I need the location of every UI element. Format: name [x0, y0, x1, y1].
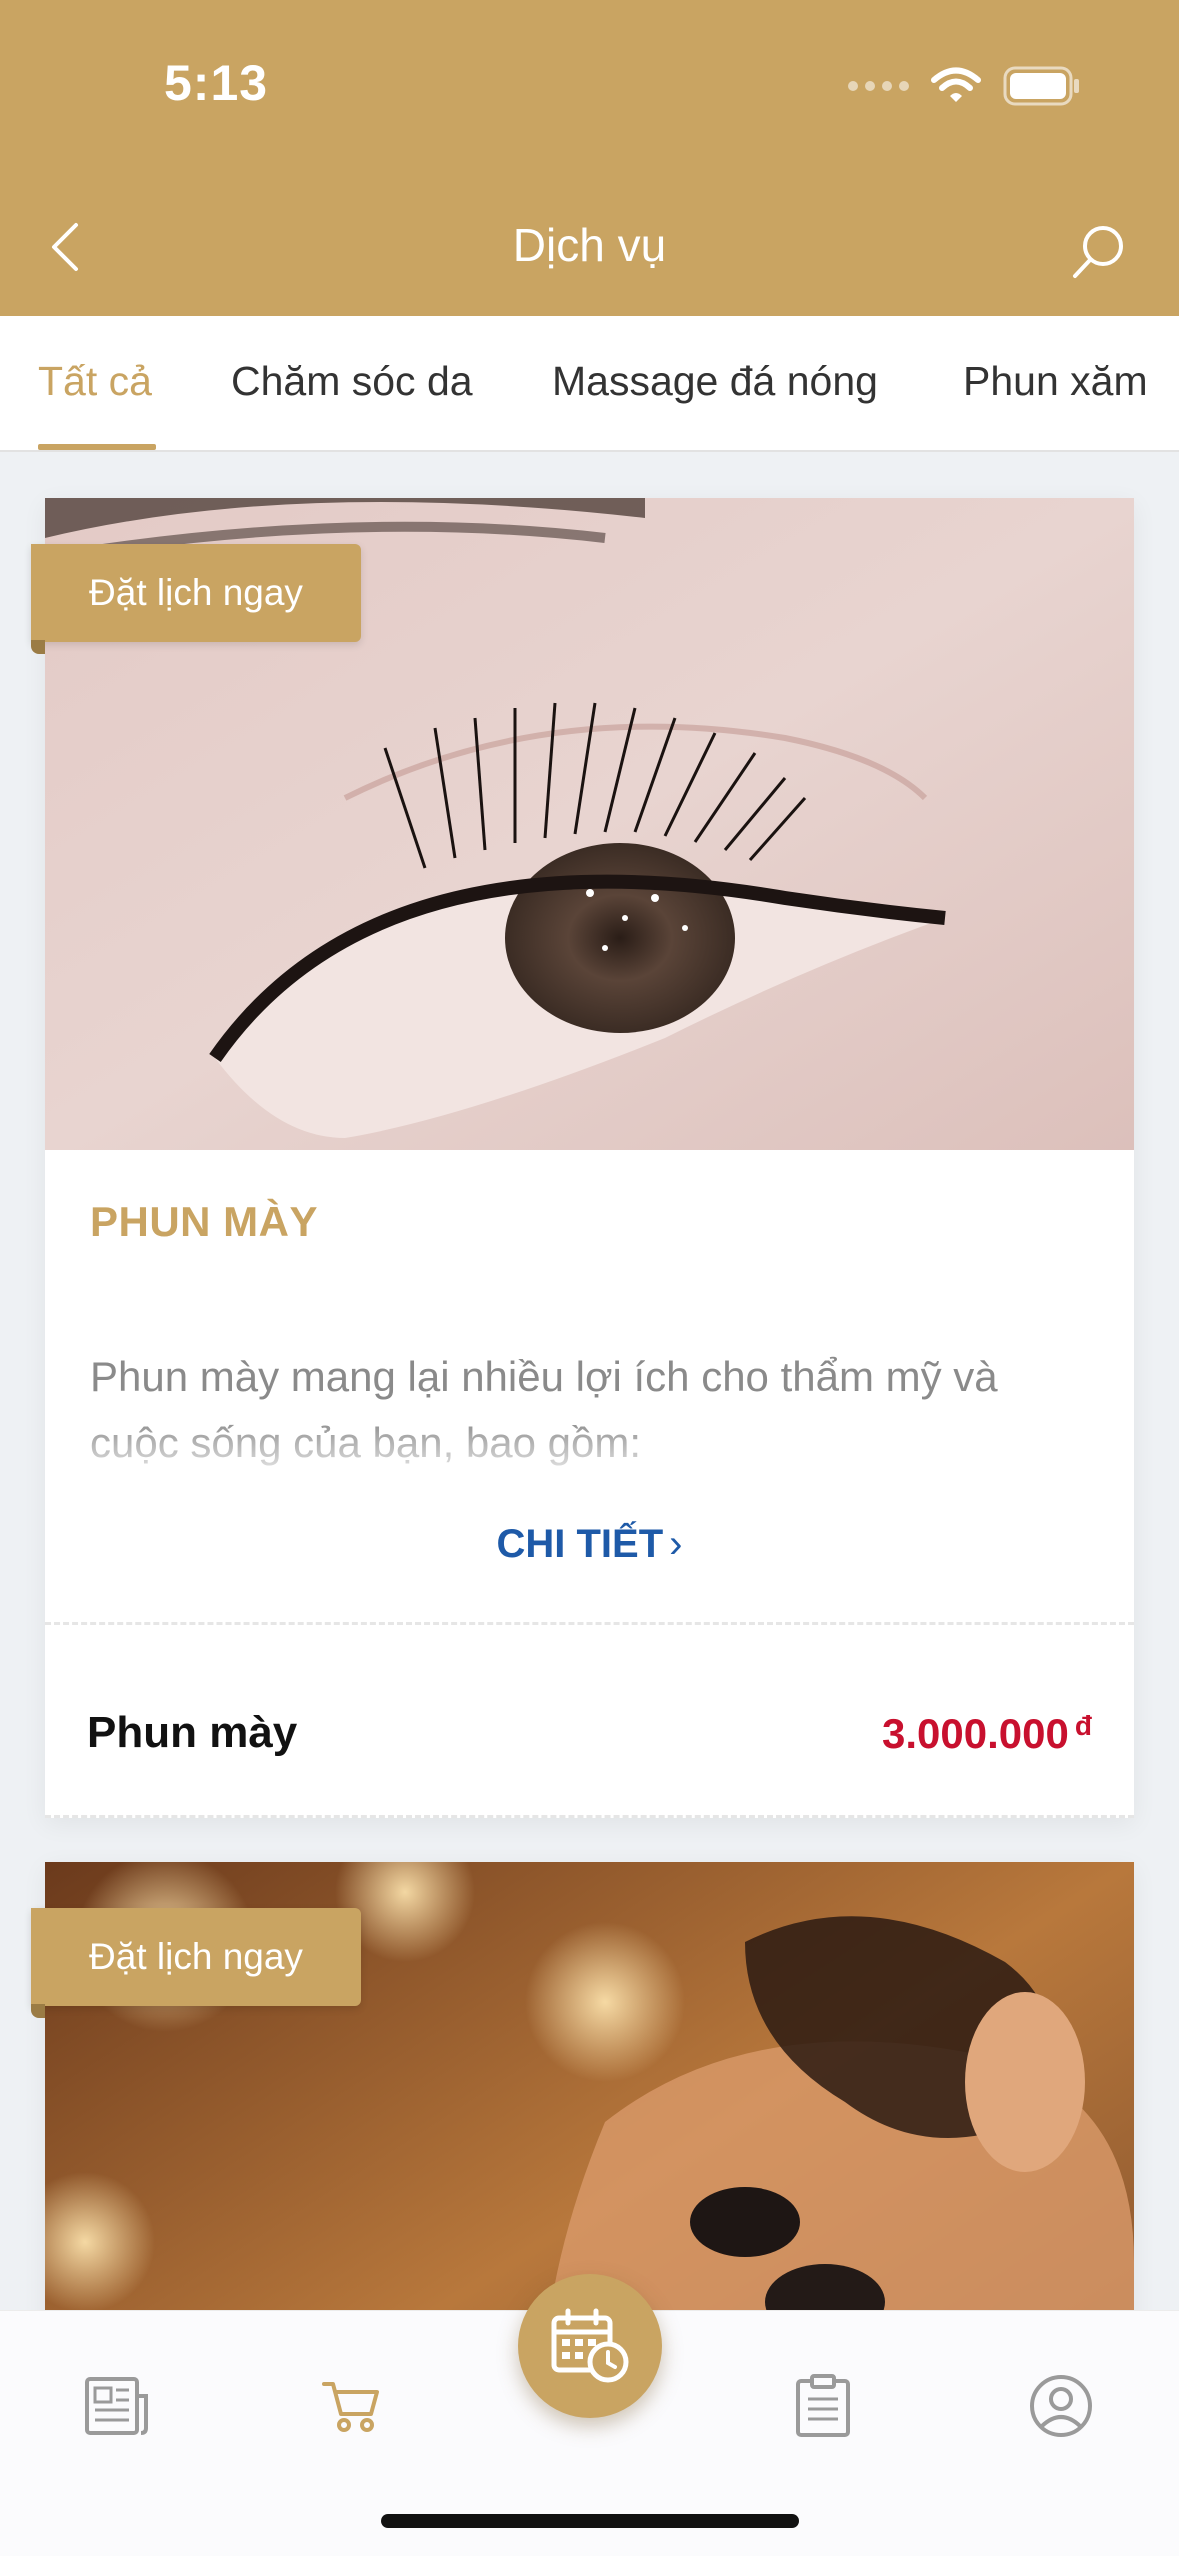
nav-cart[interactable] — [306, 2361, 396, 2451]
booking-schedule-button[interactable] — [518, 2274, 662, 2418]
nav-news[interactable] — [72, 2361, 162, 2451]
app-header: 5:13 Dịch vụ — [0, 0, 1179, 316]
description-fade — [45, 1418, 1134, 1488]
nav-orders[interactable] — [778, 2361, 868, 2451]
home-indicator — [381, 2514, 799, 2528]
tab-hot-stone-massage[interactable]: Massage đá nóng — [552, 358, 878, 405]
price-amount: 3.000.000 — [882, 1710, 1069, 1757]
status-time: 5:13 — [164, 55, 269, 111]
book-now-button[interactable]: Đặt lịch ngay — [31, 544, 361, 654]
category-tabs: Tất cả Chăm sóc da Massage đá nóng Phun … — [0, 316, 1179, 452]
clipboard-list-icon — [796, 2374, 850, 2437]
divider — [45, 1622, 1134, 1625]
active-tab-indicator — [38, 444, 156, 450]
page-title: Dịch vụ — [512, 219, 667, 271]
chevron-right-icon: › — [669, 1522, 683, 1566]
cart-icon — [322, 2382, 379, 2432]
detail-link[interactable]: CHI TIẾT › — [45, 1522, 1134, 1567]
status-icons — [848, 62, 1081, 110]
cellular-signal-icon — [848, 81, 909, 91]
search-icon — [1073, 226, 1123, 278]
nav-profile[interactable] — [1016, 2361, 1106, 2451]
detail-link-label: CHI TIẾT — [496, 1522, 664, 1566]
user-circle-icon — [1030, 2375, 1092, 2437]
newspaper-icon — [85, 2377, 148, 2435]
wifi-icon — [931, 67, 981, 105]
card-bottom-edge — [45, 1815, 1134, 1818]
battery-icon — [1003, 66, 1081, 106]
tab-all[interactable]: Tất cả — [38, 358, 152, 405]
book-now-button[interactable]: Đặt lịch ngay — [31, 1908, 361, 2018]
calendar-clock-icon — [551, 2308, 629, 2383]
service-title: PHUN MÀY — [90, 1198, 319, 1245]
currency-symbol: đ — [1074, 1710, 1092, 1741]
search-button[interactable] — [1059, 212, 1139, 292]
tab-skin-care[interactable]: Chăm sóc da — [231, 358, 473, 405]
price-value: 3.000.000 đ — [882, 1710, 1092, 1758]
price-item-name: Phun mày — [87, 1708, 298, 1757]
tab-tattoo[interactable]: Phun xăm — [963, 358, 1148, 405]
service-card[interactable]: Đặt lịch ngay PHUN MÀY Phun mày mang lại… — [31, 498, 1134, 1818]
